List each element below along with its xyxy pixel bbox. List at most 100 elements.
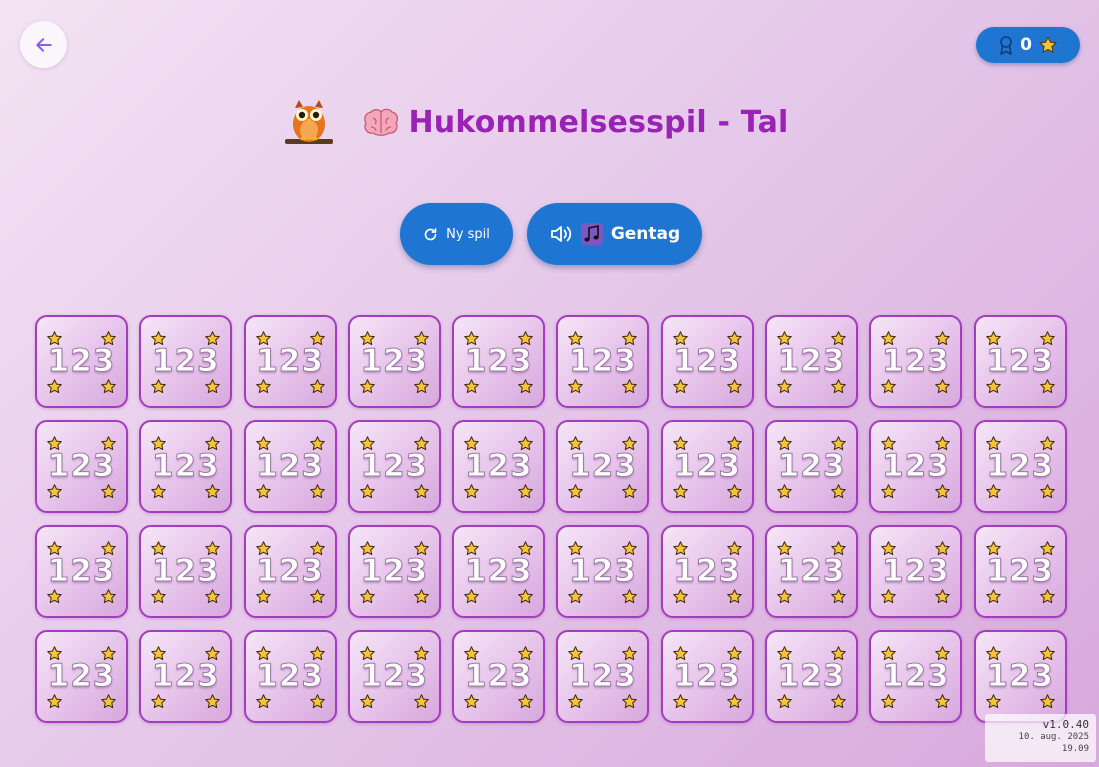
star-icon xyxy=(935,484,951,499)
card-back-label: 123 xyxy=(986,343,1055,380)
star-icon xyxy=(777,484,792,499)
star-icon xyxy=(205,379,221,394)
star-icon xyxy=(777,589,792,604)
memory-card[interactable]: 123 xyxy=(765,315,859,408)
card-back-label: 123 xyxy=(882,553,950,590)
memory-card[interactable]: 123 xyxy=(139,315,233,408)
memory-card[interactable]: 123 xyxy=(556,630,650,723)
star-icon xyxy=(726,694,742,709)
star-icon xyxy=(881,484,897,499)
memory-card[interactable]: 123 xyxy=(243,630,337,723)
star-icon xyxy=(985,379,1001,394)
memory-card[interactable]: 123 xyxy=(347,525,441,618)
memory-card[interactable]: 123 xyxy=(139,420,233,513)
memory-card[interactable]: 123 xyxy=(660,630,754,723)
music-notes-icon xyxy=(580,223,603,245)
memory-card[interactable]: 123 xyxy=(765,420,859,513)
memory-card[interactable]: 123 xyxy=(973,525,1067,618)
memory-card[interactable]: 123 xyxy=(869,525,963,618)
star-icon xyxy=(622,589,638,604)
memory-card[interactable]: 123 xyxy=(660,525,754,618)
star-icon xyxy=(831,694,846,709)
repeat-button[interactable]: Gentag xyxy=(527,203,702,265)
card-back-label: 123 xyxy=(882,448,950,485)
star-icon xyxy=(726,589,742,604)
card-back-label: 123 xyxy=(360,448,429,485)
memory-card[interactable]: 123 xyxy=(35,315,128,408)
star-icon xyxy=(1039,36,1057,53)
star-icon xyxy=(985,484,1001,499)
memory-card[interactable]: 123 xyxy=(869,630,963,723)
owl-icon xyxy=(284,100,333,144)
star-icon xyxy=(622,484,638,499)
speaker-icon xyxy=(550,226,571,242)
star-icon xyxy=(151,379,167,394)
star-icon xyxy=(414,379,429,394)
memory-card[interactable]: 123 xyxy=(347,315,441,408)
star-icon xyxy=(1039,589,1055,604)
memory-card[interactable]: 123 xyxy=(973,315,1067,408)
card-back-label: 123 xyxy=(569,553,637,590)
star-icon xyxy=(360,379,375,394)
memory-card[interactable]: 123 xyxy=(243,420,337,513)
memory-card[interactable]: 123 xyxy=(869,315,963,408)
star-icon xyxy=(622,694,638,709)
new-game-button[interactable]: Ny spil xyxy=(400,203,513,265)
memory-card[interactable]: 123 xyxy=(556,315,650,408)
star-icon xyxy=(568,589,584,604)
memory-card[interactable]: 123 xyxy=(35,420,128,513)
score-value: 0 xyxy=(1020,35,1032,55)
memory-card[interactable]: 123 xyxy=(556,420,650,513)
star-icon xyxy=(101,379,116,394)
card-back-label: 123 xyxy=(673,658,742,695)
card-back-label: 123 xyxy=(360,658,429,695)
star-icon xyxy=(935,694,951,709)
star-icon xyxy=(935,379,951,394)
back-button[interactable] xyxy=(20,21,67,68)
star-icon xyxy=(360,484,375,499)
memory-card[interactable]: 123 xyxy=(660,315,754,408)
card-back-label: 123 xyxy=(47,448,116,485)
star-icon xyxy=(672,484,688,499)
refresh-icon xyxy=(424,227,437,240)
memory-card[interactable]: 123 xyxy=(347,420,441,513)
card-back-label: 123 xyxy=(256,343,324,380)
memory-card[interactable]: 123 xyxy=(765,525,859,618)
star-icon xyxy=(414,694,429,709)
memory-card[interactable]: 123 xyxy=(243,315,337,408)
card-back-label: 123 xyxy=(151,658,220,695)
memory-card[interactable]: 123 xyxy=(452,420,546,513)
star-icon xyxy=(47,589,62,604)
star-icon xyxy=(881,589,897,604)
memory-card[interactable]: 123 xyxy=(347,630,441,723)
memory-card[interactable]: 123 xyxy=(452,630,546,723)
card-back-label: 123 xyxy=(360,343,429,380)
memory-card[interactable]: 123 xyxy=(452,315,546,408)
star-icon xyxy=(518,589,533,604)
card-back-label: 123 xyxy=(47,343,116,380)
memory-card[interactable]: 123 xyxy=(765,630,859,723)
memory-card[interactable]: 123 xyxy=(452,525,546,618)
star-icon xyxy=(935,589,951,604)
star-icon xyxy=(1039,484,1055,499)
memory-card[interactable]: 123 xyxy=(869,420,963,513)
star-icon xyxy=(309,694,325,709)
memory-card[interactable]: 123 xyxy=(243,525,337,618)
memory-card[interactable]: 123 xyxy=(139,525,233,618)
star-icon xyxy=(464,589,479,604)
memory-card[interactable]: 123 xyxy=(660,420,754,513)
star-icon xyxy=(777,694,792,709)
card-back-label: 123 xyxy=(569,448,637,485)
card-back-label: 123 xyxy=(777,658,846,695)
memory-card[interactable]: 123 xyxy=(973,420,1067,513)
star-icon xyxy=(1039,379,1055,394)
memory-card[interactable]: 123 xyxy=(139,630,233,723)
card-back-label: 123 xyxy=(256,658,324,695)
title-row: Hukommelsesspil - Tal xyxy=(0,92,1099,152)
memory-card[interactable]: 123 xyxy=(35,630,128,723)
memory-card[interactable]: 123 xyxy=(973,630,1067,723)
award-icon xyxy=(1000,36,1012,55)
memory-card[interactable]: 123 xyxy=(556,525,650,618)
memory-card[interactable]: 123 xyxy=(35,525,128,618)
star-icon xyxy=(881,694,897,709)
